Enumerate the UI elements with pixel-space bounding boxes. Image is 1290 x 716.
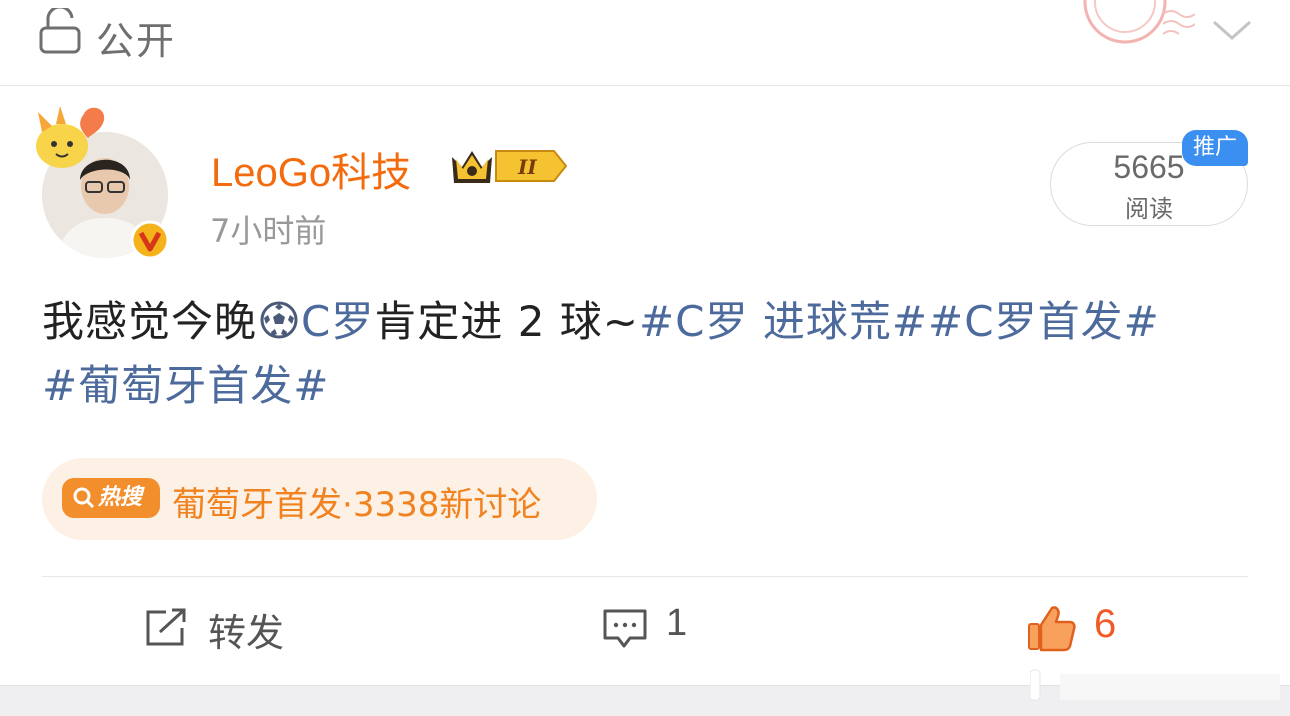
hot-topic-name: 葡萄牙首发 bbox=[172, 485, 342, 525]
topic-link[interactable]: #葡萄牙首发# bbox=[42, 361, 329, 410]
pendant-decoration-icon bbox=[36, 106, 105, 168]
share-button[interactable]: 转发 bbox=[208, 602, 284, 657]
verified-v-icon bbox=[130, 220, 170, 260]
visibility-bar[interactable]: 公开 bbox=[0, 0, 1290, 86]
hot-search-pill[interactable]: 热搜 葡萄牙首发·3338新讨论 bbox=[42, 458, 597, 540]
post-text-part: 2 球~ bbox=[503, 297, 639, 346]
comment-button[interactable]: 1 bbox=[666, 602, 687, 645]
stamp-icon bbox=[1083, 0, 1195, 44]
author-name[interactable]: LeoGo科技 bbox=[211, 140, 411, 198]
post-text-part: 肯定进 bbox=[374, 297, 504, 346]
visibility-label: 公开 bbox=[96, 19, 177, 63]
level-text: II bbox=[517, 155, 537, 179]
hot-badge-label: 热搜 bbox=[98, 485, 143, 510]
avatar-block[interactable] bbox=[32, 104, 182, 260]
topic-link[interactable]: #C罗首发# bbox=[928, 297, 1160, 346]
hot-separator: · bbox=[342, 485, 353, 525]
search-icon bbox=[73, 487, 95, 509]
post-time: 7小时前 bbox=[210, 212, 327, 250]
post-content: 我感觉今晚 C罗肯定进 2 球~#C罗 进球荒##C罗首发# #葡萄牙首发# bbox=[42, 290, 1252, 418]
read-label: 阅读 bbox=[1125, 195, 1173, 223]
post-text-part: 我感觉今晚 bbox=[42, 297, 258, 346]
share-icon[interactable] bbox=[144, 608, 188, 648]
chevron-down-icon[interactable] bbox=[1210, 16, 1254, 44]
soccer-ball-icon bbox=[260, 301, 298, 339]
divider bbox=[42, 576, 1248, 577]
crown-level-icon[interactable]: II bbox=[450, 143, 568, 189]
comment-icon[interactable] bbox=[602, 608, 648, 650]
lock-icon bbox=[39, 8, 81, 54]
like-button[interactable]: 6 bbox=[1094, 602, 1116, 647]
hot-discussion-count: 3338新讨论 bbox=[352, 485, 542, 525]
hot-search-badge: 热搜 bbox=[62, 478, 160, 518]
hot-search-text: 葡萄牙首发·3338新讨论 bbox=[172, 477, 541, 526]
thumbs-up-icon[interactable] bbox=[1026, 604, 1076, 652]
post-text-cr7: C罗 bbox=[301, 297, 375, 346]
scroll-indicator-icon bbox=[1030, 669, 1280, 701]
promote-badge[interactable]: 推广 bbox=[1182, 130, 1248, 166]
topic-link[interactable]: #C罗 进球荒# bbox=[639, 297, 928, 346]
